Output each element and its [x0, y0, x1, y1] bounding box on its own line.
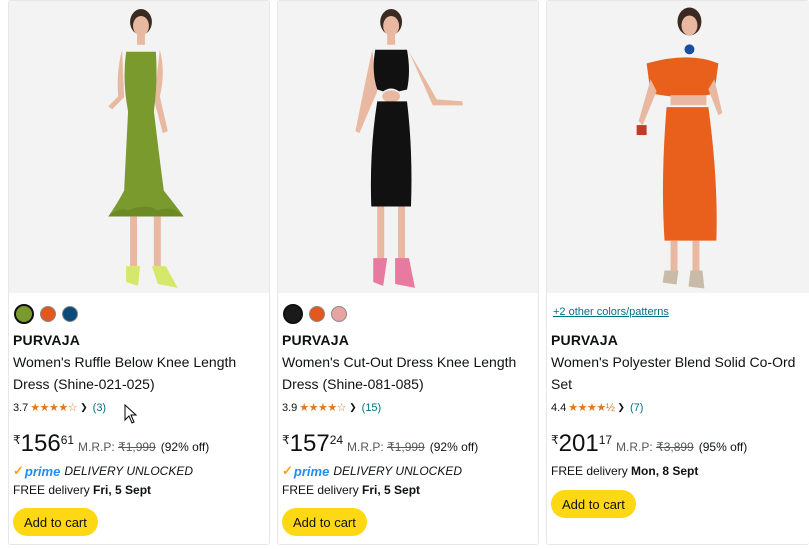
product-photo-orange-coord-set	[636, 7, 723, 289]
swatch-orange[interactable]	[309, 306, 325, 322]
rating-value: 3.9	[282, 401, 298, 414]
price-fraction: 24	[329, 433, 344, 447]
delivery-info: FREE delivery Fri, 5 Sept	[13, 483, 152, 497]
delivery-date: Mon, 8 Sept	[631, 464, 699, 478]
prime-delivery-text: DELIVERY UNLOCKED	[333, 464, 463, 478]
rating-row: 4.4 ★★★★½ ❯ (7)	[551, 401, 643, 415]
rating-value: 4.4	[551, 401, 567, 414]
prime-check-icon: ✓	[13, 463, 24, 478]
price-whole: 201	[558, 430, 599, 457]
product-image[interactable]	[9, 1, 269, 293]
brand-name: PURVAJA	[13, 332, 81, 348]
mrp-label: M.R.P: ₹1,999	[347, 440, 425, 454]
price-row: ₹ 201 17 M.R.P: ₹3,899 (95% off)	[551, 431, 747, 457]
delivery-date: Fri, 5 Sept	[93, 483, 152, 497]
mrp-price: ₹1,999	[387, 440, 425, 454]
color-swatches	[14, 304, 78, 324]
mouse-cursor-icon	[124, 404, 138, 424]
rating-row: 3.9 ★★★★☆ ❯ (15)	[282, 401, 382, 415]
price-fraction: 17	[598, 433, 613, 447]
product-title[interactable]: Women's Polyester Blend Solid Co-Ord Set	[551, 351, 801, 395]
discount-text: (92% off)	[429, 440, 479, 454]
mrp-label: M.R.P: ₹1,999	[78, 440, 156, 454]
swatch-green[interactable]	[14, 304, 34, 324]
swatch-blue[interactable]	[62, 306, 78, 322]
prime-logo: prime	[293, 463, 330, 479]
add-to-cart-button[interactable]: Add to cart	[551, 490, 636, 518]
prime-badge: ✓ prime DELIVERY UNLOCKED	[282, 463, 462, 479]
currency-symbol: ₹	[551, 433, 559, 447]
color-swatches	[283, 304, 347, 324]
delivery-date: Fri, 5 Sept	[362, 483, 421, 497]
rating-value: 3.7	[13, 401, 29, 414]
currency-symbol: ₹	[13, 433, 21, 447]
delivery-info: FREE delivery Mon, 8 Sept	[551, 464, 699, 478]
mrp-price: ₹3,899	[656, 440, 694, 454]
price-whole: 156	[20, 430, 61, 457]
more-colors-link[interactable]: +2 other colors/patterns	[553, 306, 669, 318]
review-count-link[interactable]: (3)	[93, 402, 106, 414]
brand-name: PURVAJA	[551, 332, 619, 348]
prime-check-icon: ✓	[282, 463, 293, 478]
swatch-black[interactable]	[283, 304, 303, 324]
review-count-link[interactable]: (7)	[630, 402, 643, 414]
discount-text: (95% off)	[698, 440, 748, 454]
mrp-price: ₹1,999	[118, 440, 156, 454]
add-to-cart-button[interactable]: Add to cart	[282, 508, 367, 536]
product-image[interactable]	[278, 1, 538, 293]
prime-delivery-text: DELIVERY UNLOCKED	[64, 464, 194, 478]
review-count-link[interactable]: (15)	[362, 402, 382, 414]
price-row: ₹ 157 24 M.R.P: ₹1,999 (92% off)	[282, 431, 478, 457]
mrp-label: M.R.P: ₹3,899	[616, 440, 694, 454]
price-row: ₹ 156 61 M.R.P: ₹1,999 (92% off)	[13, 431, 209, 457]
star-rating-icon[interactable]: ★★★★☆	[299, 401, 346, 414]
delivery-info: FREE delivery Fri, 5 Sept	[282, 483, 421, 497]
chevron-down-icon[interactable]: ❯	[617, 402, 625, 413]
product-card[interactable]: PURVAJA Women's Ruffle Below Knee Length…	[8, 0, 270, 545]
product-title[interactable]: Women's Cut-Out Dress Knee Length Dress …	[282, 351, 532, 395]
brand-name: PURVAJA	[282, 332, 350, 348]
star-rating-icon[interactable]: ★★★★☆	[30, 401, 77, 414]
discount-text: (92% off)	[160, 440, 210, 454]
add-to-cart-button[interactable]: Add to cart	[13, 508, 98, 536]
star-rating-icon[interactable]: ★★★★½	[568, 401, 615, 414]
price-fraction: 61	[60, 433, 75, 447]
prime-badge: ✓ prime DELIVERY UNLOCKED	[13, 463, 193, 479]
product-image[interactable]	[547, 1, 809, 293]
swatch-orange[interactable]	[40, 306, 56, 322]
rating-row: 3.7 ★★★★☆ ❯ (3)	[13, 401, 106, 415]
product-photo-black-cutout-dress	[355, 9, 463, 288]
product-title[interactable]: Women's Ruffle Below Knee Length Dress (…	[13, 351, 263, 395]
currency-symbol: ₹	[282, 433, 290, 447]
prime-logo: prime	[24, 463, 61, 479]
price-whole: 157	[289, 430, 330, 457]
chevron-down-icon[interactable]: ❯	[80, 402, 88, 413]
product-photo-green-ruffle-dress	[108, 9, 184, 288]
product-card[interactable]: +2 other colors/patterns PURVAJA Women's…	[546, 0, 809, 545]
product-card[interactable]: PURVAJA Women's Cut-Out Dress Knee Lengt…	[277, 0, 539, 545]
swatch-pink[interactable]	[331, 306, 347, 322]
chevron-down-icon[interactable]: ❯	[349, 402, 357, 413]
